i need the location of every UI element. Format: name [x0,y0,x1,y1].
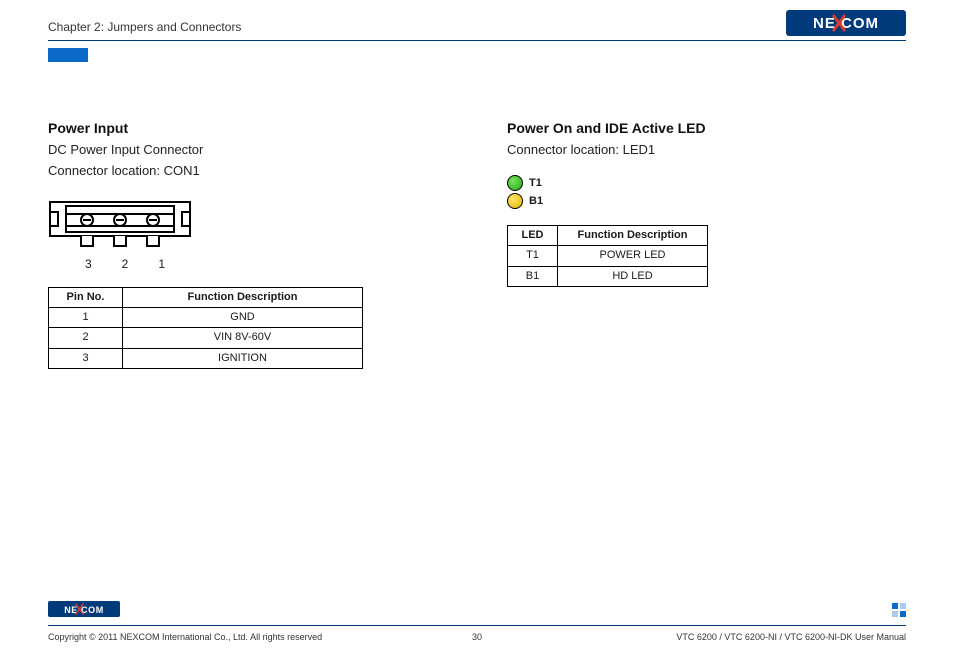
con1-pin-numbers: 3 2 1 [70,257,180,271]
led-b1-label: B1 [529,195,543,207]
con1-pin-table: Pin No. Function Description 1 GND 2 VIN… [48,287,363,370]
pin-label-2: 2 [107,257,144,271]
power-input-title: Power Input [48,120,447,136]
led-t1-icon [507,175,523,191]
table-row: 2 VIN 8V-60V [49,328,363,348]
footer-decoration-icon [892,603,906,620]
svg-text:NE COM: NE COM [813,15,879,32]
header-rule [48,40,906,41]
table-row: 3 IGNITION [49,348,363,368]
led-table: LED Function Description T1 POWER LED B1… [507,225,708,287]
pin-label-1: 1 [143,257,180,271]
led-t1-label: T1 [529,177,542,189]
footer-rule [48,625,906,626]
footer-brand-logo: NE COM [48,601,120,620]
footer-doc-id: VTC 6200 / VTC 6200-NI / VTC 6200-NI-DK … [676,632,906,642]
table-row: B1 HD LED [508,266,708,286]
table-row: 1 GND [49,307,363,327]
svg-text:NE COM: NE COM [64,605,104,615]
led-title: Power On and IDE Active LED [507,120,906,136]
chapter-title: Chapter 2: Jumpers and Connectors [48,20,241,34]
con1-th-desc: Function Description [123,287,363,307]
led-th-led: LED [508,225,558,245]
header-accent-block [48,48,88,62]
power-input-sub2: Connector location: CON1 [48,161,447,182]
led-th-desc: Function Description [558,225,708,245]
pin-label-3: 3 [70,257,107,271]
con1-connector-diagram: 3 2 1 [48,196,447,271]
led1-diagram: T1 B1 [507,175,906,209]
led-b1-icon [507,193,523,209]
brand-logo: NE COM [786,10,906,39]
con1-th-pin: Pin No. [49,287,123,307]
power-input-sub1: DC Power Input Connector [48,140,447,161]
led-sub1: Connector location: LED1 [507,140,906,161]
section-led: Power On and IDE Active LED Connector lo… [477,120,906,369]
section-power-input: Power Input DC Power Input Connector Con… [48,120,477,369]
table-row: T1 POWER LED [508,246,708,266]
